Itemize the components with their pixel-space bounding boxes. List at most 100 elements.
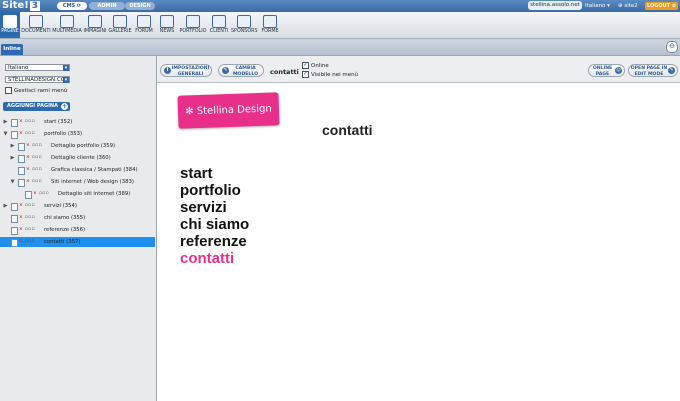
sponsors-icon	[237, 15, 251, 28]
tree-row[interactable]: × ▫▫▫ referenze (356)	[0, 225, 155, 235]
expand-toggle-icon[interactable]: ▶	[10, 141, 15, 151]
portfolio-icon	[186, 15, 200, 28]
toolbar-gallerie-button[interactable]: GALLERIE	[108, 12, 132, 38]
toolbar-clienti-button[interactable]: CLIENTI	[208, 12, 230, 38]
expand-toggle-icon[interactable]: ▼	[10, 177, 15, 187]
chat-icon	[137, 15, 151, 28]
visible-in-menu-checkbox[interactable]: ✓ Visibile nei menù	[302, 71, 358, 78]
collapse-icon[interactable]: ⊖	[666, 41, 678, 53]
preview-nav-link[interactable]: chi siamo	[180, 216, 249, 233]
expand-toggle-icon[interactable]: ▶	[10, 153, 15, 163]
row-actions-icon[interactable]: × ▫▫▫	[33, 191, 49, 197]
toolbar-news-button[interactable]: NEWS	[156, 12, 178, 38]
expand-toggle-icon[interactable]: ▶	[3, 201, 8, 211]
row-actions-icon[interactable]: × ▫▫▫	[19, 239, 35, 245]
app-logo: Site! 3	[2, 0, 41, 11]
row-actions-icon[interactable]: × ▫▫▫	[19, 227, 35, 233]
page-icon	[11, 203, 18, 211]
toolbar-documenti-button[interactable]: DOCUMENTI	[21, 12, 51, 38]
page-icon	[11, 119, 18, 127]
tree-label[interactable]: Dettaglio portfolio (359)	[51, 141, 115, 151]
expand-toggle-icon[interactable]: ▼	[3, 129, 8, 139]
tree-row[interactable]: ▼ × ▫▫▫ Siti internet / Web design (383)	[0, 177, 155, 187]
tree-row[interactable]: ▶ × ▫▫▫ start (352)	[0, 117, 155, 127]
tree-label[interactable]: start (352)	[44, 117, 72, 127]
clients-icon	[212, 15, 226, 28]
language-select[interactable]: Italiano ▾	[5, 64, 70, 71]
preview-nav-link[interactable]: contatti	[180, 250, 234, 267]
change-template-button[interactable]: ✎ CAMBIA MODELLO	[218, 64, 264, 77]
preview-nav-link[interactable]: servizi	[180, 199, 227, 216]
tree-label[interactable]: Dettaglio cliente (360)	[51, 153, 111, 163]
film-icon	[60, 15, 74, 28]
toolbar-immagini-button[interactable]: IMMAGINI	[83, 12, 107, 38]
tree-row[interactable]: ▶ × ▫▫▫ servizi (354)	[0, 201, 155, 211]
toolbar-portfolio-button[interactable]: PORTFOLIO	[179, 12, 207, 38]
page-icon	[25, 191, 32, 199]
row-actions-icon[interactable]: × ▫▫▫	[19, 119, 35, 125]
edit-mode-button[interactable]: OPEN PAGE IN EDIT MODE ✎	[628, 64, 678, 77]
row-actions-icon[interactable]: × ▫▫▫	[19, 215, 35, 221]
row-actions-icon[interactable]: × ▫▫▫	[26, 155, 42, 161]
expand-toggle-icon[interactable]: ▶	[3, 117, 8, 127]
preview-nav-link[interactable]: referenze	[180, 233, 247, 250]
page-icon	[11, 239, 18, 247]
general-settings-button[interactable]: i IMPOSTAZIONI GENERALI	[160, 64, 212, 77]
tree-row[interactable]: ▼ × ▫▫▫ portfolio (353)	[0, 129, 155, 139]
toolbar-forum-button[interactable]: FORUM	[133, 12, 155, 38]
row-actions-icon[interactable]: × ▫▫▫	[26, 179, 42, 185]
preview-nav-link[interactable]: start	[180, 165, 213, 182]
add-page-button[interactable]: AGGIUNGI PAGINA +	[3, 102, 70, 111]
tree-row[interactable]: ▶ × ▫▫▫ Dettaglio portfolio (359)	[0, 141, 155, 151]
forms-icon	[263, 15, 277, 28]
toolbar-label: CLIENTI	[209, 29, 229, 34]
template-icon: ✎	[222, 67, 229, 74]
tree-label[interactable]: chi siamo (355)	[44, 213, 85, 223]
tree-label[interactable]: Siti internet / Web design (383)	[51, 177, 134, 187]
online-page-button[interactable]: ONLINE PAGE ◎	[588, 64, 625, 77]
language-dropdown[interactable]: Italiano ▾	[585, 1, 610, 11]
tree-label[interactable]: servizi (354)	[44, 201, 77, 211]
tree-row[interactable]: ▶ × ▫▫▫ Dettaglio cliente (360)	[0, 153, 155, 163]
toolbar-forme-button[interactable]: FORME	[258, 12, 282, 38]
tree-label[interactable]: portfolio (353)	[44, 129, 82, 139]
tree-label[interactable]: referenze (356)	[44, 225, 85, 235]
tree-row[interactable]: × ▫▫▫ Dettaglio siti internet (389)	[0, 189, 155, 199]
toolbar-label: FORME	[261, 29, 279, 34]
site-link[interactable]: ⊕ site2	[618, 1, 638, 11]
row-actions-icon[interactable]: × ▫▫▫	[26, 143, 42, 149]
tab-inline[interactable]: Inline	[1, 44, 23, 55]
tree-row[interactable]: × ▫▫▫ contatti (357)	[0, 237, 155, 247]
row-actions-icon[interactable]: × ▫▫▫	[26, 167, 42, 173]
page-icon	[11, 215, 18, 223]
tree-row[interactable]: × ▫▫▫ Grafica classica / Stampati (384)	[0, 165, 155, 175]
mode-cms-button[interactable]: CMS ⟳	[57, 2, 87, 10]
toolbar-sponsors-button[interactable]: SPONSORS	[231, 12, 258, 38]
toolbar-label: IMMAGINI	[83, 29, 107, 34]
row-actions-icon[interactable]: × ▫▫▫	[19, 131, 35, 137]
toolbar-multimedia-button[interactable]: MULTIMEDIA	[52, 12, 82, 38]
tree-label[interactable]: Grafica classica / Stampati (384)	[51, 165, 138, 175]
tree-row[interactable]: × ▫▫▫ chi siamo (355)	[0, 213, 155, 223]
domain-label: stellina.assolo.net	[528, 1, 582, 10]
chevron-down-icon: ▾	[63, 77, 69, 83]
page-icon	[18, 143, 25, 151]
logout-button[interactable]: LOGOUT ⊘	[645, 2, 678, 10]
info-icon: i	[164, 67, 171, 74]
tree-label[interactable]: Dettaglio siti internet (389)	[58, 189, 130, 199]
image-icon	[88, 15, 102, 28]
preview-nav-link[interactable]: portfolio	[180, 182, 241, 199]
toolbar-label: FORUM	[135, 29, 153, 34]
edit-icon: ✎	[668, 67, 675, 74]
toolbar-pagine-button[interactable]: PAGINE	[0, 12, 20, 38]
news-icon	[160, 15, 174, 28]
tree-label[interactable]: contatti (357)	[44, 237, 80, 247]
gallery-icon	[113, 15, 127, 28]
mode-design-button[interactable]: DESIGN	[125, 2, 155, 10]
manage-branches-checkbox[interactable]: Gestisci rami menù	[5, 87, 67, 94]
mode-admin-button[interactable]: ADMIN	[89, 2, 125, 10]
page-icon	[18, 167, 25, 175]
row-actions-icon[interactable]: × ▫▫▫	[19, 203, 35, 209]
site-select[interactable]: STELLINADESIGN.CC ▾	[5, 76, 70, 83]
online-checkbox[interactable]: ✓ Online	[302, 62, 329, 69]
